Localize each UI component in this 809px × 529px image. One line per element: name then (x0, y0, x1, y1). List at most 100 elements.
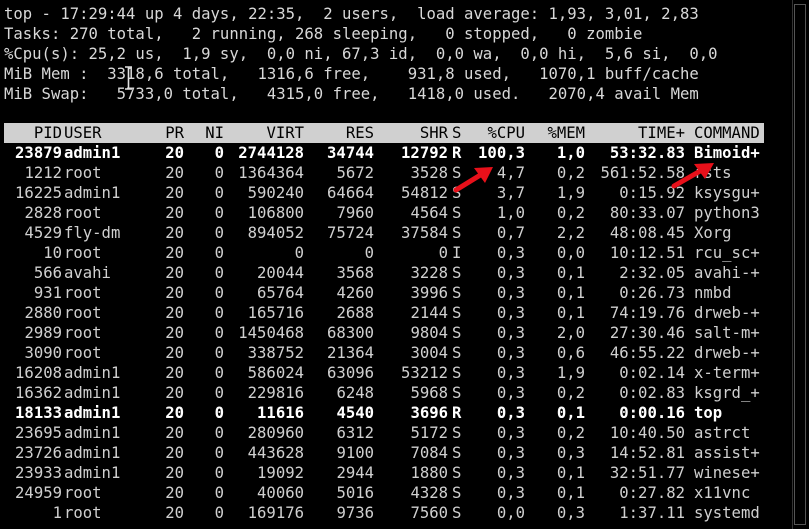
cell-s: S (452, 264, 462, 282)
cell-time: 1:37.11 (619, 504, 685, 522)
cell-shr: 0 (438, 244, 448, 262)
ibeam-cursor-icon (125, 66, 132, 90)
cell-virt: 280960 (247, 424, 304, 442)
cell-mem: 0,1 (556, 464, 585, 482)
cell-pid: 23879 (15, 144, 62, 162)
cell-user: root (64, 324, 102, 342)
cell-time: 10:12.51 (609, 244, 685, 262)
cell-res: 7960 (336, 204, 374, 222)
cell-s: S (452, 284, 462, 302)
cell-cpu: 0,3 (496, 404, 525, 422)
cell-mem: 0,2 (556, 384, 585, 402)
cell-s: S (452, 444, 462, 462)
cell-s: S (452, 304, 462, 322)
process-row: 2989 root 20 0 1450468 68300 9804 S 0,3 2,0 27:30.… (4, 323, 774, 343)
cell-user: admin1 (64, 364, 121, 382)
cell-mem: 1,0 (556, 144, 585, 162)
cell-res: 75724 (327, 224, 374, 242)
cell-shr: 12792 (401, 144, 448, 162)
cell-pid: 1212 (24, 164, 62, 182)
cell-pid: 2828 (24, 204, 62, 222)
process-row: 1 root 20 0 169176 9736 7560 S 0,0 0,3 1:37.11 syst… (4, 503, 774, 523)
cell-user: root (64, 304, 102, 322)
summary-mem: MiB Mem : 3318,6 total, 1316,6 free, 931… (4, 65, 699, 83)
cell-time: 80:33.07 (609, 204, 685, 222)
process-row: 2828 root 20 0 106800 7960 4564 S 1,0 0,2 80:33.07… (4, 203, 774, 223)
cell-user: admin1 (64, 424, 121, 442)
process-row: 566 avahi 20 0 20044 3568 3228 S 0,3 0,1 2:32.05 av… (4, 263, 774, 283)
cell-res: 0 (364, 244, 374, 262)
process-row: 23879 admin1 20 0 2744128 34744 12792 R 100,3 1,0… (4, 143, 774, 163)
cell-user: admin1 (64, 444, 121, 462)
cell-time: 14:52.81 (609, 444, 685, 462)
process-row: 23933 admin1 20 0 19092 2944 1880 S 0,3 0,1 32:51.… (4, 463, 774, 483)
cell-res: 5016 (336, 484, 374, 502)
cell-time: 74:19.76 (609, 304, 685, 322)
cell-user: root (64, 344, 102, 362)
cell-command: systemd (694, 504, 760, 522)
scrollbar-thumb[interactable] (794, 4, 806, 525)
cell-time: 0:00.16 (619, 404, 685, 422)
cell-res: 5672 (336, 164, 374, 182)
cell-virt: 106800 (247, 204, 304, 222)
cell-res: 6248 (336, 384, 374, 402)
col-time: TIME+ (638, 124, 685, 142)
cell-virt: 0 (294, 244, 304, 262)
cell-res: 34744 (327, 144, 374, 162)
cell-shr: 3004 (410, 344, 448, 362)
cell-cpu: 0,3 (496, 264, 525, 282)
cell-time: 46:55.22 (609, 344, 685, 362)
cell-pr: 20 (165, 284, 184, 302)
cell-pid: 2880 (24, 304, 62, 322)
process-row: 23726 admin1 20 0 443628 9100 7084 S 0,3 0,3 14:52… (4, 443, 774, 463)
cell-mem: 2,2 (556, 224, 585, 242)
cell-mem: 0,2 (556, 204, 585, 222)
cell-ni: 0 (214, 344, 224, 362)
process-row: 4529 fly-dm 20 0 894052 75724 37584 S 0,7 2,2 48:0… (4, 223, 774, 243)
cell-command: drweb-+ (694, 344, 760, 362)
cell-time: 27:30.46 (609, 324, 685, 342)
cell-command: salt-m+ (694, 324, 760, 342)
cell-res: 68300 (327, 324, 374, 342)
col-res: RES (345, 124, 374, 142)
process-row: 2880 root 20 0 165716 2688 2144 S 0,3 0,1 74:19.76… (4, 303, 774, 323)
cell-pr: 20 (165, 444, 184, 462)
cell-cpu: 0,3 (496, 344, 525, 362)
cell-s: S (452, 384, 462, 402)
process-row: 24959 root 20 0 40060 5016 4328 S 0,3 0,1 0:27.82 x… (4, 483, 774, 503)
cell-cpu: 1,0 (496, 204, 525, 222)
cell-mem: 0,1 (556, 304, 585, 322)
cell-pid: 18133 (15, 404, 62, 422)
cell-command: winese+ (694, 464, 760, 482)
cell-time: 0:26.73 (619, 284, 685, 302)
col-cpu: %CPU (487, 124, 525, 142)
cell-cpu: 0,3 (496, 464, 525, 482)
cell-shr: 37584 (401, 224, 448, 242)
cell-pid: 23695 (15, 424, 62, 442)
cell-command: rcu_sc+ (694, 244, 760, 262)
cell-cpu: 0,7 (496, 224, 525, 242)
process-row: 16362 admin1 20 0 229816 6248 5968 S 0,3 0,2 0:02.… (4, 383, 774, 403)
cell-pr: 20 (165, 304, 184, 322)
cell-pid: 23726 (15, 444, 62, 462)
cell-mem: 0,2 (556, 424, 585, 442)
cell-command: x-term+ (694, 364, 760, 382)
cell-user: fly-dm (64, 224, 121, 242)
cell-cpu: 100,3 (478, 144, 525, 162)
cell-shr: 1880 (410, 464, 448, 482)
cell-pr: 20 (165, 364, 184, 382)
col-pr: PR (165, 124, 184, 142)
cell-time: 0:27.82 (619, 484, 685, 502)
terminal-window[interactable]: top - 17:29:44 up 4 days, 22:35, 2 users… (0, 0, 792, 529)
cell-time: 32:51.77 (609, 464, 685, 482)
cell-res: 9100 (336, 444, 374, 462)
cell-mem: 1,9 (556, 364, 585, 382)
cell-user: root (64, 204, 102, 222)
cell-virt: 65764 (257, 284, 304, 302)
cell-s: S (452, 344, 462, 362)
cell-ni: 0 (214, 444, 224, 462)
cell-user: root (64, 244, 102, 262)
cell-ni: 0 (214, 244, 224, 262)
cell-ni: 0 (214, 144, 224, 162)
cell-cpu: 0,3 (496, 304, 525, 322)
